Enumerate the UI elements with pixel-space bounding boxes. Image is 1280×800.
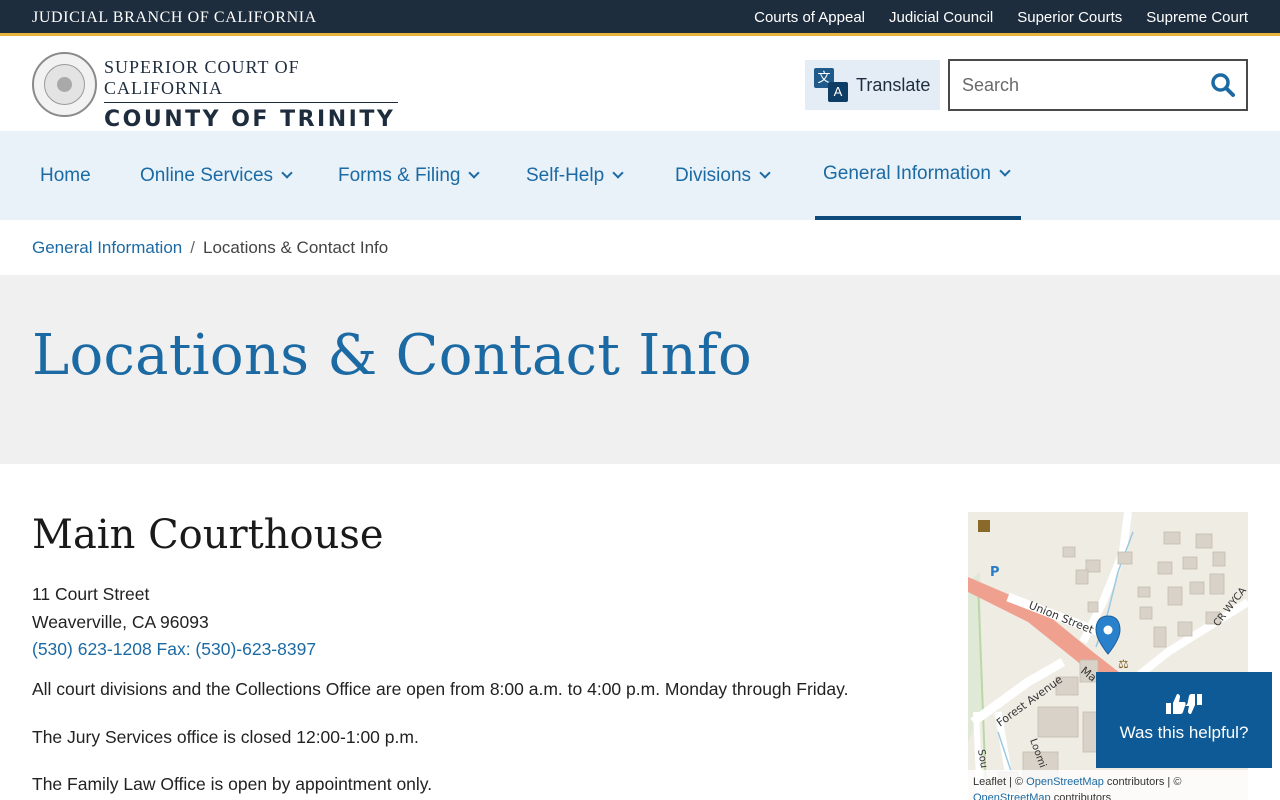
chevron-down-icon	[612, 167, 624, 179]
search-icon[interactable]	[1210, 72, 1236, 98]
nav-divisions[interactable]: Divisions	[675, 131, 771, 220]
translate-icon: 文A	[814, 68, 848, 102]
address-block: 11 Court Street Weaverville, CA 96093 (5…	[32, 581, 316, 664]
nav-divisions-label: Divisions	[675, 164, 752, 186]
thumbs-up-down-icon	[1096, 692, 1272, 721]
osm-link[interactable]: OpenStreetMap	[973, 792, 1051, 800]
top-links: Courts of Appeal Judicial Council Superi…	[754, 9, 1248, 26]
chevron-down-icon	[759, 167, 771, 179]
main-nav: Home Online Services Forms & Filing Self…	[0, 131, 1280, 220]
chevron-down-icon	[999, 165, 1011, 177]
phone-link[interactable]: (530) 623-1208 Fax: (530)-623-8397	[32, 639, 316, 659]
link-superior-courts[interactable]: Superior Courts	[1017, 9, 1122, 26]
attribution-suffix: contributors	[1050, 792, 1112, 800]
page-hero: Locations & Contact Info	[0, 275, 1280, 464]
link-supreme-court[interactable]: Supreme Court	[1146, 9, 1248, 26]
nav-self-help-label: Self-Help	[526, 164, 605, 186]
judicial-branch-label: JUDICIAL BRANCH OF CALIFORNIA	[32, 9, 317, 26]
location-heading: Main Courthouse	[32, 512, 384, 558]
feedback-label: Was this helpful?	[1119, 723, 1249, 742]
feedback-button[interactable]: Was this helpful?	[1096, 672, 1272, 768]
chevron-down-icon	[281, 167, 293, 179]
map-attribution: Leaflet | © OpenStreetMap contributors |…	[968, 770, 1248, 800]
nav-general-information[interactable]: General Information	[815, 131, 1021, 220]
address-street: 11 Court Street	[32, 584, 150, 604]
address-city: Weaverville, CA 96093	[32, 611, 209, 632]
court-name-line2: COUNTY OF TRINITY	[104, 107, 396, 132]
nav-forms-filing-label: Forms & Filing	[338, 164, 461, 186]
nav-home-label: Home	[40, 164, 91, 186]
parking-icon: P	[990, 565, 1000, 580]
court-name[interactable]: SUPERIOR COURT OF CALIFORNIA COUNTY OF T…	[104, 57, 398, 132]
breadcrumb-current: Locations & Contact Info	[202, 238, 389, 257]
page-title: Locations & Contact Info	[32, 323, 753, 388]
nav-home[interactable]: Home	[40, 131, 91, 220]
courthouse-icon: ⚖	[1118, 657, 1129, 671]
breadcrumb-separator: /	[190, 238, 195, 257]
library-icon	[978, 520, 990, 532]
top-bar: JUDICIAL BRANCH OF CALIFORNIA Courts of …	[0, 0, 1280, 36]
chevron-down-icon	[468, 167, 481, 179]
nav-online-services-label: Online Services	[140, 164, 274, 186]
translate-button[interactable]: 文A Translate	[805, 60, 940, 110]
nav-self-help[interactable]: Self-Help	[526, 131, 624, 220]
jury-hours-text: The Jury Services office is closed 12:00…	[32, 727, 419, 747]
nav-online-services[interactable]: Online Services	[140, 131, 293, 220]
family-law-text: The Family Law Office is open by appoint…	[32, 774, 433, 794]
search-input[interactable]	[950, 61, 1200, 109]
court-seal-logo[interactable]	[32, 52, 97, 117]
translate-label: Translate	[856, 74, 931, 95]
link-courts-of-appeal[interactable]: Courts of Appeal	[754, 9, 865, 26]
nav-forms-filing[interactable]: Forms & Filing	[338, 131, 481, 220]
court-name-line1: SUPERIOR COURT OF CALIFORNIA	[104, 57, 398, 103]
nav-general-information-label: General Information	[823, 162, 991, 184]
link-judicial-council[interactable]: Judicial Council	[889, 9, 993, 26]
site-header: SUPERIOR COURT OF CALIFORNIA COUNTY OF T…	[0, 39, 1280, 132]
osm-link[interactable]: OpenStreetMap	[1026, 776, 1104, 788]
attribution-mid: contributors | ©	[1103, 776, 1182, 788]
attribution-prefix: Leaflet | ©	[973, 776, 1027, 788]
search-box	[948, 59, 1248, 111]
breadcrumb-general-information[interactable]: General Information	[32, 238, 182, 258]
hours-text: All court divisions and the Collections …	[32, 679, 849, 699]
breadcrumb: General Information / Locations & Contac…	[32, 238, 388, 258]
